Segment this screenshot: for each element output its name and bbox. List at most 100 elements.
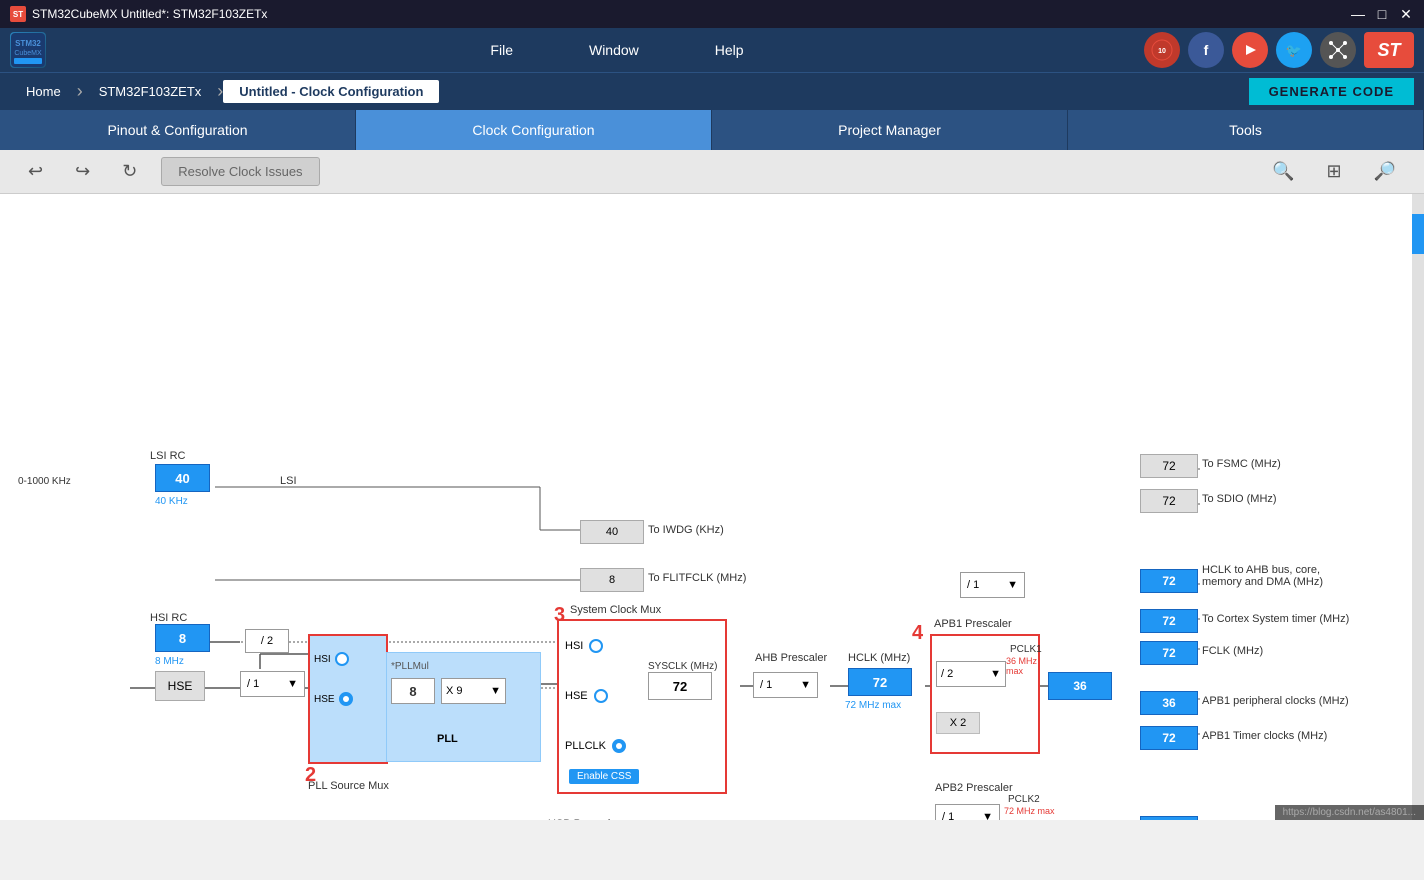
sysclk-hse-radio[interactable] xyxy=(594,689,608,703)
pll-hsi-radio[interactable] xyxy=(335,652,349,666)
enable-css-button[interactable]: Enable CSS xyxy=(569,769,639,784)
window-menu[interactable]: Window xyxy=(581,38,647,62)
network-icon[interactable] xyxy=(1320,32,1356,68)
tab-clock[interactable]: Clock Configuration xyxy=(356,110,712,150)
pclk1-max: 36 MHz max xyxy=(1006,656,1038,676)
hse-button[interactable]: HSE xyxy=(155,671,205,701)
to-flit-label: To FLITFCLK (MHz) xyxy=(648,572,746,584)
pll-mul-value[interactable]: 8 xyxy=(391,678,435,704)
pclk1-value[interactable]: 36 xyxy=(1048,672,1112,700)
x2-box: X 2 xyxy=(936,712,980,734)
hclk-div-select[interactable]: / 1 ▼ xyxy=(960,572,1025,598)
tab-project[interactable]: Project Manager xyxy=(712,110,1068,150)
to-fsmc-box: 72 xyxy=(1140,454,1198,478)
minimize-button[interactable]: — xyxy=(1350,6,1366,22)
maximize-button[interactable]: □ xyxy=(1374,6,1390,22)
main-content: 1 Input frequency 8 4-16 MHz HSE / 1 ▼ L… xyxy=(0,194,1424,820)
undo-button[interactable]: ↩ xyxy=(20,157,51,186)
to-cortex-box[interactable]: 72 xyxy=(1140,609,1198,633)
fclk-label: FCLK (MHz) xyxy=(1202,645,1263,657)
hclk-ahb-box[interactable]: 72 xyxy=(1140,569,1198,593)
lsi-line-label: LSI xyxy=(280,475,297,487)
generate-code-button[interactable]: GENERATE CODE xyxy=(1249,78,1414,105)
sysclk-hsi-label: HSI xyxy=(565,640,583,652)
sysclk-pllclk-label: PLLCLK xyxy=(565,740,606,752)
hclk-ahb-label: HCLK to AHB bus, core, memory and DMA (M… xyxy=(1202,564,1362,588)
zoom-in-button[interactable]: 🔍 xyxy=(1264,157,1302,186)
hsi-mhz-label: 8 MHz xyxy=(155,656,184,667)
to-sdio-top-label: To SDIO (MHz) xyxy=(1202,493,1277,505)
pll-source-mux-label: PLL Source Mux xyxy=(308,780,389,792)
sysclk-value[interactable]: 72 xyxy=(648,672,712,700)
apb1-prescaler-label: APB1 Prescaler xyxy=(934,618,1012,630)
pll-source-mux-block: HSI HSE xyxy=(308,634,388,764)
hsi-div2-box[interactable]: / 2 xyxy=(245,629,289,653)
pll-block: *PLLMul 8 X 9 ▼ PLL xyxy=(386,652,541,762)
sysclk-mux-label: System Clock Mux xyxy=(570,604,661,616)
scrollbar-thumb[interactable] xyxy=(1412,214,1424,254)
label-4: 4 xyxy=(912,622,923,645)
to-cortex-label: To Cortex System timer (MHz) xyxy=(1202,613,1349,625)
to-iwdg-box: 40 xyxy=(580,520,644,544)
redo-button[interactable]: ↪ xyxy=(67,157,98,186)
fit-button[interactable]: ⊞ xyxy=(1318,157,1349,186)
fclk-box[interactable]: 72 xyxy=(1140,641,1198,665)
svg-text:CubeMX: CubeMX xyxy=(14,50,42,57)
breadcrumb-home[interactable]: Home xyxy=(10,80,77,103)
file-menu[interactable]: File xyxy=(482,38,521,62)
scrollbar[interactable] xyxy=(1412,194,1424,820)
twitter-icon[interactable]: 🐦 xyxy=(1276,32,1312,68)
apb1-timer-box[interactable]: 72 xyxy=(1140,726,1198,750)
lsi-khz-label: 40 KHz xyxy=(155,496,188,507)
apb2-prescaler-select[interactable]: / 1 ▼ xyxy=(935,804,1000,820)
ahb-prescaler-label: AHB Prescaler xyxy=(755,652,827,664)
tab-tools[interactable]: Tools xyxy=(1068,110,1424,150)
to-flit-box: 8 xyxy=(580,568,644,592)
st-brand-icon[interactable]: ST xyxy=(1364,32,1414,68)
pll-x9-select[interactable]: X 9 ▼ xyxy=(441,678,506,704)
apb2-prescaler-label: APB2 Prescaler xyxy=(935,782,1013,794)
svg-text:f: f xyxy=(1204,42,1209,58)
apb2-periph-box[interactable]: 72 xyxy=(1140,816,1198,820)
pclk2-label: PCLK2 xyxy=(1008,794,1040,805)
facebook-icon[interactable]: f xyxy=(1188,32,1224,68)
menu-icons: 10 f 🐦 ST xyxy=(1144,32,1414,68)
app-icon: ST xyxy=(10,6,26,22)
pll-hse-radio[interactable] xyxy=(339,692,353,706)
apb1-prescaler-block: APB1 Prescaler / 2 ▼ PCLK1 36 MHz max X … xyxy=(930,634,1040,754)
close-button[interactable]: ✕ xyxy=(1398,6,1414,22)
hsi-rc-label: HSI RC xyxy=(150,612,187,624)
youtube-icon[interactable] xyxy=(1232,32,1268,68)
apb1-periph-box[interactable]: 36 xyxy=(1140,691,1198,715)
anniversary-icon[interactable]: 10 xyxy=(1144,32,1180,68)
breadcrumb-device[interactable]: STM32F103ZETx xyxy=(83,80,218,103)
pll-mul-label: *PLLMul xyxy=(391,661,429,672)
resolve-clock-button[interactable]: Resolve Clock Issues xyxy=(161,157,319,186)
hclk-value[interactable]: 72 xyxy=(848,668,912,696)
breadcrumb-page[interactable]: Untitled - Clock Configuration xyxy=(223,80,439,103)
svg-text:🐦: 🐦 xyxy=(1286,43,1302,58)
logo-icon: STM32 CubeMX xyxy=(10,32,46,68)
hclk-max-label: 72 MHz max xyxy=(845,700,901,711)
refresh-button[interactable]: ↻ xyxy=(114,157,145,186)
help-menu[interactable]: Help xyxy=(707,38,752,62)
sysclk-hse-label: HSE xyxy=(565,690,588,702)
to-fsmc-label: To FSMC (MHz) xyxy=(1202,458,1281,470)
tab-pinout[interactable]: Pinout & Configuration xyxy=(0,110,356,150)
hsi-value-box[interactable]: 8 xyxy=(155,624,210,652)
sysclk-mux-block: HSI HSE PLLCLK Enable CSS xyxy=(557,619,727,794)
lsi-rc-label: LSI RC xyxy=(150,450,185,462)
apb1-prescaler-select[interactable]: / 2 ▼ xyxy=(936,661,1006,687)
pll-text: PLL xyxy=(437,733,458,745)
titlebar-title: STM32CubeMX Untitled*: STM32F103ZETx xyxy=(32,7,1350,21)
ahb-prescaler-select[interactable]: / 1 ▼ xyxy=(753,672,818,698)
zoom-out-button[interactable]: 🔎 xyxy=(1366,157,1404,186)
range-0-1000-label: 0-1000 KHz xyxy=(18,476,71,487)
lsi-value-box[interactable]: 40 xyxy=(155,464,210,492)
sysclk-pllclk-radio[interactable] xyxy=(612,739,626,753)
titlebar: ST STM32CubeMX Untitled*: STM32F103ZETx … xyxy=(0,0,1424,28)
usb-prescaler-label: USB Prescaler xyxy=(548,818,620,820)
sysclk-hsi-radio[interactable] xyxy=(589,639,603,653)
url-bar: https://blog.csdn.net/as4801... xyxy=(1275,805,1424,820)
hse-div-select[interactable]: / 1 ▼ xyxy=(240,671,305,697)
